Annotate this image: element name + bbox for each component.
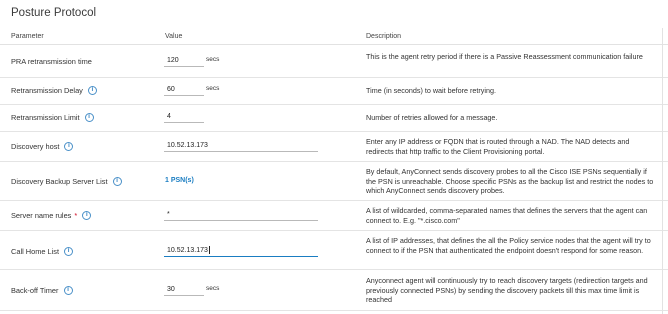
required-marker: *: [74, 211, 78, 220]
header-parameter: Parameter: [11, 33, 44, 40]
table-row: Discovery host i 10.52.13.173 Enter any …: [0, 132, 668, 162]
param-label: Discovery host i: [11, 142, 74, 151]
table-row: Retransmission Limit i 4 Number of retri…: [0, 105, 668, 132]
text-caret: [208, 246, 210, 255]
discovery-host-input[interactable]: 10.52.13.173: [164, 140, 318, 152]
back-off-timer-input[interactable]: 30: [164, 284, 204, 296]
table-header: Parameter Value Description: [0, 29, 668, 45]
info-circle-icon[interactable]: i: [64, 247, 74, 256]
units-label: secs: [206, 85, 220, 92]
param-label: Retransmission Limit i: [11, 113, 94, 122]
description: A list of IP addresses, that defines the…: [366, 236, 651, 255]
info-circle-icon[interactable]: i: [112, 177, 122, 186]
description: By default, AnyConnect sends discovery p…: [366, 167, 654, 196]
param-label: Discovery Backup Server List i: [11, 177, 122, 186]
param-label: Call Home List i: [11, 247, 74, 256]
info-circle-icon[interactable]: i: [63, 286, 73, 295]
info-circle-icon[interactable]: i: [64, 142, 74, 151]
table-row: Server name rules * i * A list of wildca…: [0, 201, 668, 231]
description: A list of wildcarded, comma-separated na…: [366, 206, 648, 225]
table-row: Back-off Timer i 30 secs Anyconnect agen…: [0, 270, 668, 311]
description: Enter any IP address or FQDN that is rou…: [366, 137, 630, 156]
description: Anyconnect agent will continuously try t…: [366, 276, 648, 305]
panel-right-border: [662, 28, 663, 314]
table-row: Discovery Backup Server List i 1 PSN(s) …: [0, 162, 668, 201]
param-label: Back-off Timer i: [11, 286, 73, 295]
param-label: Server name rules * i: [11, 211, 92, 220]
server-name-rules-input[interactable]: *: [164, 209, 318, 221]
param-label: Retransmission Delay i: [11, 86, 97, 95]
backup-server-list-link[interactable]: 1 PSN(s): [165, 177, 194, 184]
info-circle-icon[interactable]: i: [87, 86, 97, 95]
retransmission-delay-input[interactable]: 60: [164, 84, 204, 96]
info-circle-icon[interactable]: i: [82, 211, 92, 220]
header-description: Description: [366, 33, 402, 40]
call-home-list-input[interactable]: 10.52.13.173: [164, 245, 318, 257]
pra-retransmission-time-input[interactable]: 120: [164, 55, 204, 67]
description: This is the agent retry period if there …: [366, 52, 643, 61]
description: Number of retries allowed for a message.: [366, 113, 498, 122]
header-value: Value: [165, 33, 183, 40]
table-row: PRA retransmission time 120 secs This is…: [0, 45, 668, 78]
table-row: Retransmission Delay i 60 secs Time (in …: [0, 78, 668, 105]
units-label: secs: [206, 56, 220, 63]
param-label: PRA retransmission time: [11, 57, 92, 66]
units-label: secs: [206, 285, 220, 292]
page-title: Posture Protocol: [11, 7, 97, 19]
retransmission-limit-input[interactable]: 4: [164, 111, 204, 123]
description: Time (in seconds) to wait before retryin…: [366, 86, 496, 95]
table-row: Call Home List i 10.52.13.173 A list of …: [0, 231, 668, 270]
info-circle-icon[interactable]: i: [84, 113, 94, 122]
